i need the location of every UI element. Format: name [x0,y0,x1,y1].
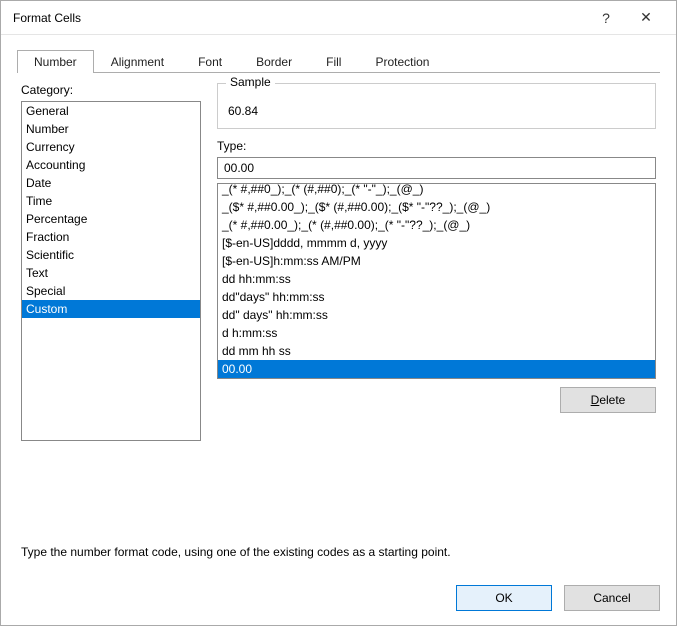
tab-protection[interactable]: Protection [358,50,446,73]
sample-legend: Sample [226,75,275,89]
tabstrip: Number Alignment Font Border Fill Protec… [17,47,660,73]
delete-button[interactable]: Delete [560,387,656,413]
format-code-item[interactable]: [$-en-US]dddd, mmmm d, yyyy [218,234,655,252]
format-code-list[interactable]: _($* #,##0_);_($* (#,##0);_($* "-"_);_(@… [217,183,656,379]
format-code-item[interactable]: dd mm hh ss [218,342,655,360]
format-code-item[interactable]: [$-en-US]h:mm:ss AM/PM [218,252,655,270]
format-code-item[interactable]: _(* #,##0_);_(* (#,##0);_(* "-"_);_(@_) [218,183,655,198]
format-cells-dialog: Format Cells ? ✕ Number Alignment Font B… [0,0,677,626]
sample-value: 60.84 [228,104,645,118]
sample-group: Sample 60.84 [217,83,656,129]
tab-border[interactable]: Border [239,50,309,73]
category-item[interactable]: Accounting [22,156,200,174]
help-button[interactable]: ? [586,1,626,34]
category-item[interactable]: Time [22,192,200,210]
category-item[interactable]: Percentage [22,210,200,228]
format-code-item[interactable]: _(* #,##0.00_);_(* (#,##0.00);_(* "-"??_… [218,216,655,234]
dialog-footer: OK Cancel [1,575,676,625]
format-code-item[interactable]: dd" days" hh:mm:ss [218,306,655,324]
dialog-content: Number Alignment Font Border Fill Protec… [1,35,676,575]
dialog-title: Format Cells [13,11,586,25]
format-code-item[interactable]: dd hh:mm:ss [218,270,655,288]
format-code-item[interactable]: 00.00 [218,360,655,378]
cancel-button[interactable]: Cancel [564,585,660,611]
format-code-item[interactable]: _($* #,##0.00_);_($* (#,##0.00);_($* "-"… [218,198,655,216]
type-input[interactable] [217,157,656,179]
titlebar: Format Cells ? ✕ [1,1,676,35]
category-list[interactable]: GeneralNumberCurrencyAccountingDateTimeP… [21,101,201,441]
category-item[interactable]: Currency [22,138,200,156]
close-button[interactable]: ✕ [626,1,666,34]
tab-number[interactable]: Number [17,50,94,73]
category-item[interactable]: Scientific [22,246,200,264]
category-item[interactable]: Text [22,264,200,282]
category-item[interactable]: Fraction [22,228,200,246]
category-item[interactable]: Special [22,282,200,300]
format-code-item[interactable]: d h:mm:ss [218,324,655,342]
type-label: Type: [217,139,656,153]
category-label: Category: [21,83,201,97]
category-item[interactable]: Custom [22,300,200,318]
hint-text: Type the number format code, using one o… [21,545,656,559]
tab-font[interactable]: Font [181,50,239,73]
category-item[interactable]: General [22,102,200,120]
ok-button[interactable]: OK [456,585,552,611]
format-code-item[interactable]: dd"days" hh:mm:ss [218,288,655,306]
tab-number-panel: Category: GeneralNumberCurrencyAccountin… [17,73,660,563]
tab-alignment[interactable]: Alignment [94,50,181,73]
category-item[interactable]: Number [22,120,200,138]
category-item[interactable]: Date [22,174,200,192]
tab-fill[interactable]: Fill [309,50,358,73]
